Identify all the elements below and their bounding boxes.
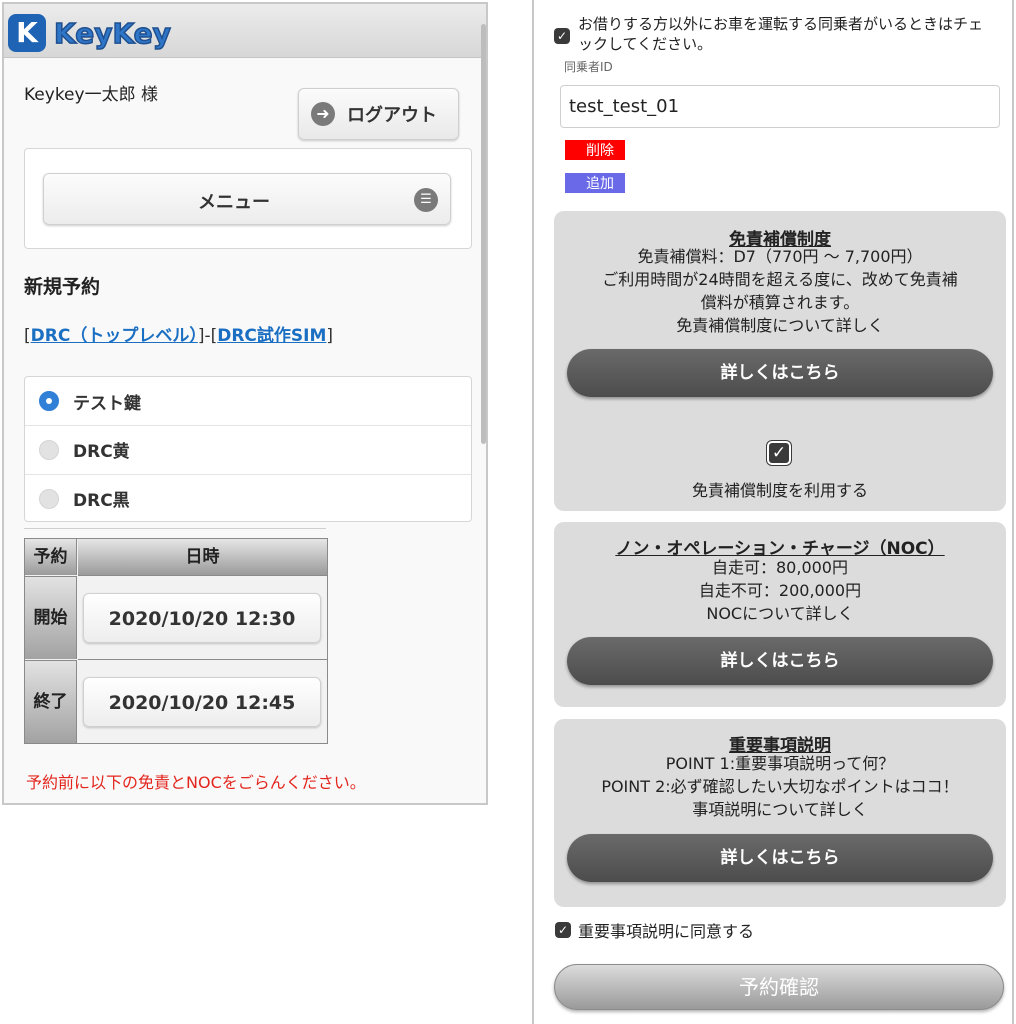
- table-divider: [78, 659, 327, 660]
- key-radio-group: テスト鍵 DRC黄 DRC黒: [24, 376, 472, 522]
- divider: [24, 528, 326, 529]
- row-label-end: 終了: [25, 660, 77, 743]
- radio-label: DRC黒: [73, 491, 130, 511]
- reservation-confirm-button[interactable]: 予約確認: [554, 964, 1004, 1010]
- scrollbar[interactable]: [481, 24, 486, 444]
- companion-id-label: 同乗者ID: [564, 60, 613, 74]
- breadcrumb-prefix: [: [24, 326, 31, 346]
- table-divider: [78, 575, 327, 576]
- important-line: POINT 2:必ず確認したい大切なポイントはココ！: [601, 777, 959, 796]
- left-screen: K KeyKey Keykey一太郎 様 ➜ ログアウト メニュー ☰ 新規予約…: [2, 2, 488, 805]
- radio-unchecked-icon: [39, 439, 59, 460]
- radio-checked-icon: [39, 391, 59, 411]
- insurance-detail-button[interactable]: 詳しくはこちら: [567, 349, 993, 397]
- keykey-logo[interactable]: K KeyKey: [8, 14, 172, 52]
- logo-text: KeyKey: [53, 16, 171, 51]
- insurance-use-label: 免責補償制度を利用する: [691, 481, 868, 500]
- breadcrumb-suffix: ]: [326, 326, 334, 346]
- companion-id-input[interactable]: [560, 85, 1000, 128]
- important-detail-button[interactable]: 詳しくはこちら: [567, 834, 993, 882]
- menu-label: メニュー: [198, 192, 270, 213]
- app-header: K KeyKey: [4, 4, 486, 58]
- start-datetime-button[interactable]: 2020/10/20 12:30: [83, 593, 321, 643]
- new-reservation-title: 新規予約: [24, 276, 101, 298]
- insurance-line: 免責補償制度について詳しく: [676, 316, 884, 335]
- end-datetime-button[interactable]: 2020/10/20 12:45: [83, 677, 321, 727]
- insurance-line: ご利用時間が24時間を超える度に、改めて免責補: [602, 270, 958, 289]
- noc-line: 自走不可：200,000円: [698, 581, 862, 600]
- insurance-line: 免責補償料：D7（770円 〜 7,700円）: [637, 247, 923, 266]
- important-line: 事項説明について詳しく: [692, 800, 868, 819]
- radio-option-drc-yellow[interactable]: DRC黄: [25, 425, 471, 473]
- radio-option-test-key[interactable]: テスト鍵: [25, 377, 471, 425]
- delete-button[interactable]: 削除: [565, 140, 625, 160]
- radio-label: テスト鍵: [73, 393, 141, 414]
- important-line: POINT 1:重要事項説明って何？: [665, 754, 895, 773]
- table-header-datetime: 日時: [78, 539, 327, 575]
- user-greeting: Keykey一太郎 様: [24, 85, 158, 105]
- logout-label: ログアウト: [347, 105, 437, 126]
- arrow-right-circle-icon: ➜: [311, 102, 335, 126]
- table-header-reservation: 予約: [25, 539, 77, 575]
- menu-container: メニュー ☰: [24, 148, 472, 249]
- radio-unchecked-icon: [39, 488, 59, 509]
- agree-label: 重要事項説明に同意する: [578, 922, 755, 941]
- noc-detail-button[interactable]: 詳しくはこちら: [567, 637, 993, 685]
- breadcrumb-link-sim[interactable]: DRC試作SIM: [217, 326, 326, 346]
- agree-checkbox[interactable]: ✓: [555, 922, 571, 938]
- notice-text: 予約前に以下の免責とNOCをごらんください。: [26, 773, 366, 792]
- insurance-card: 免責補償制度 免責補償料：D7（770円 〜 7,700円） ご利用時間が24時…: [554, 211, 1006, 511]
- logo-mark: K: [8, 14, 46, 52]
- noc-line: NOCについて詳しく: [706, 604, 854, 623]
- list-icon: ☰: [414, 188, 438, 212]
- radio-option-drc-black[interactable]: DRC黒: [25, 474, 471, 521]
- logout-button[interactable]: ➜ ログアウト: [298, 88, 459, 140]
- breadcrumb: [DRC（トップレベル）]-[DRC試作SIM]: [24, 321, 333, 346]
- add-button[interactable]: 追加: [565, 173, 625, 193]
- breadcrumb-link-top[interactable]: DRC（トップレベル）: [31, 326, 198, 346]
- noc-card: ノン・オペレーション・チャージ（NOC） 自走可：80,000円 自走不可：20…: [554, 522, 1006, 707]
- important-card: 重要事項説明 POINT 1:重要事項説明って何？ POINT 2:必ず確認した…: [554, 719, 1006, 907]
- companion-checkbox-label: お借りする方以外にお車を運転する同乗者がいるときはチェックしてください。: [578, 15, 984, 53]
- insurance-use-checkbox[interactable]: ✓: [767, 441, 791, 465]
- breadcrumb-separator: ]-[: [197, 326, 218, 346]
- right-screen: ✓ お借りする方以外にお車を運転する同乗者がいるときはチェックしてください。 同…: [532, 0, 1014, 1024]
- schedule-table: 予約 日時 開始 終了 2020/10/20 12:30 2020/10/20 …: [24, 538, 328, 744]
- companion-checkbox[interactable]: ✓: [554, 28, 570, 44]
- row-label-start: 開始: [25, 576, 77, 659]
- noc-line: 自走可：80,000円: [712, 558, 848, 577]
- menu-button[interactable]: メニュー ☰: [43, 173, 451, 225]
- insurance-line: 償料が積算されます。: [700, 293, 860, 312]
- radio-label: DRC黄: [73, 442, 130, 462]
